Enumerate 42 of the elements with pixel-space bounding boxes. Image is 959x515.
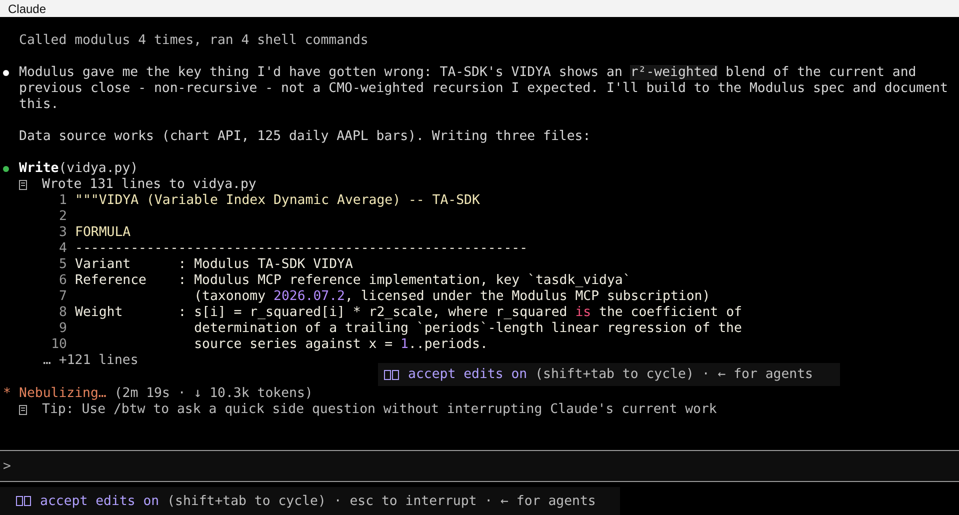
window-title: Claude <box>8 2 46 16</box>
line-number: 5 <box>58 257 67 273</box>
line-number: 2 <box>58 209 67 225</box>
spinner-glyph: * <box>3 386 11 402</box>
line-number: 4 <box>58 241 67 257</box>
tip-icon <box>19 405 27 415</box>
line-number: 3 <box>58 225 67 241</box>
code-line: determination of a trailing `periods`-length linear regression of the <box>193 321 742 337</box>
mode-icon <box>384 370 400 380</box>
hint-text: (shift+tab to cycle) · esc to interrupt · ← for agents <box>167 494 596 508</box>
code-line: Variant : Modulus TA-SDK VIDYA <box>75 257 353 273</box>
line-number: 8 <box>58 305 67 321</box>
hint-text: (shift+tab to cycle) · ← for agents <box>535 367 813 382</box>
result-text: Wrote 131 lines to vidya.py <box>42 177 256 193</box>
code-line: FORMULA <box>75 225 131 241</box>
spinner-stats: (2m 19s · ↓ 10.3k tokens) <box>114 386 313 402</box>
mode-label: accept edits on <box>40 494 160 508</box>
result-icon <box>19 180 27 190</box>
prompt-input[interactable]: > <box>0 450 959 482</box>
code-line: """VIDYA (Variable Index Dynamic Average) -- TA-SDK <box>75 193 480 209</box>
line-number: 10 <box>50 337 67 353</box>
message-text: Data source works (chart API, 125 daily AAPL bars). Writing three files: <box>19 129 591 145</box>
code-line: source series against x = 1..periods. <box>193 337 488 353</box>
code-line: --------------------------------------------------------- <box>75 241 528 257</box>
bullet-icon <box>3 70 9 76</box>
line-number: 1 <box>58 193 67 209</box>
message-line: previous close - non-recursive - not a CMO-weighted recursion I expected. I'll build to the Modulus spec and document <box>19 81 948 97</box>
code-line: Reference : Modulus MCP reference implementation, key `tasdk_vidya` <box>75 273 631 289</box>
spinner-verb: Nebulizing… <box>19 386 106 402</box>
line-number: 6 <box>58 273 67 289</box>
more-lines-text: … +121 lines <box>43 353 138 369</box>
message-line: Modulus gave me the key thing I'd have gotten wrong: TA-SDK's VIDYA shows an r²-weighted blend of the current and <box>19 65 916 81</box>
tip-text: Tip: Use /btw to ask a quick side question without interrupting Claude's current work <box>42 402 717 418</box>
code-line: Weight : s[i] = r_squared[i] * r2_scale, where r_squared is the coefficient of <box>75 305 742 321</box>
mode-icon <box>16 496 32 506</box>
tool-call-title: Write(vidya.py) <box>19 161 138 177</box>
line-number: 9 <box>58 321 67 337</box>
code-line: (taxonomy 2026.07.2, licensed under the Modulus MCP subscription) <box>193 289 710 305</box>
message-line: this. <box>19 97 59 113</box>
mode-label: accept edits on <box>408 367 528 382</box>
summary-text: Called modulus 4 times, ran 4 shell commands <box>19 33 368 49</box>
line-number: 7 <box>58 289 67 305</box>
